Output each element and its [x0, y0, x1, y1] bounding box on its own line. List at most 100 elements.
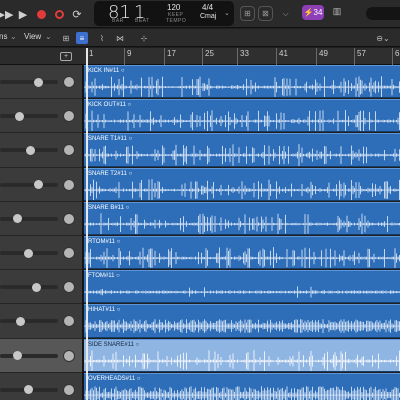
track-header[interactable]: [0, 99, 84, 134]
add-track-icon[interactable]: +: [60, 52, 72, 61]
volume-slider-knob[interactable]: [31, 282, 41, 292]
tuner-icon[interactable]: ⊞: [240, 6, 255, 21]
transport-bar: ▶▶ ▶ ⟳ 81 1 BAR BEAT 120 KEEP TEMPO 4/4 …: [0, 0, 400, 28]
volume-slider-knob[interactable]: [24, 385, 34, 395]
ruler-bar-label: 65: [395, 49, 400, 58]
tracks-area[interactable]: KICK IN#11 ○ KICK OUT#11 ○ SNARE T1#11 ○ SN…: [84, 65, 400, 400]
playhead[interactable]: [86, 48, 88, 400]
volume-slider-knob[interactable]: [14, 111, 24, 121]
track-header[interactable]: [0, 167, 84, 202]
play-icon[interactable]: ▶: [16, 7, 30, 21]
waveform: [84, 286, 400, 298]
waveform: [84, 110, 400, 132]
pan-knob[interactable]: [63, 281, 75, 294]
search-field[interactable]: [366, 7, 400, 20]
audio-region[interactable]: SNARE T1#11 ○: [84, 133, 400, 167]
audio-region[interactable]: SNARE T2#11 ○: [84, 167, 400, 201]
key-signature[interactable]: Cmaj: [200, 13, 216, 20]
track-headers: [0, 65, 84, 400]
lcd-display[interactable]: 81 1 BAR BEAT 120 KEEP TEMPO 4/4 Cmaj ⌄: [94, 1, 234, 26]
volume-slider-knob[interactable]: [12, 214, 22, 224]
volume-slider[interactable]: [0, 353, 58, 358]
volume-slider-knob[interactable]: [12, 351, 22, 361]
beat-label: BEAT: [135, 18, 150, 24]
view-menu[interactable]: View: [24, 32, 41, 41]
pan-knob[interactable]: [63, 383, 75, 396]
automation-icon[interactable]: ⌇: [96, 32, 108, 44]
record-icon[interactable]: [34, 7, 48, 21]
cpu-badge[interactable]: ⚡34: [302, 5, 324, 20]
volume-slider[interactable]: [0, 216, 58, 221]
ruler-tick: [276, 48, 277, 65]
logic-window: ▶▶ ▶ ⟳ 81 1 BAR BEAT 120 KEEP TEMPO 4/4 …: [0, 0, 400, 400]
audio-region[interactable]: RTOM#11 ○: [84, 236, 400, 270]
chevron-down-icon[interactable]: ⌄: [224, 9, 230, 17]
track-header[interactable]: [0, 304, 84, 339]
ruler-bar-label: 9: [127, 49, 132, 58]
volume-slider-knob[interactable]: [33, 77, 43, 87]
volume-slider-knob[interactable]: [26, 145, 36, 155]
grid-icon[interactable]: ⊞: [60, 32, 72, 44]
tempo-label: TEMPO: [166, 18, 187, 24]
audio-region[interactable]: FTOM#11 ○: [84, 270, 400, 304]
volume-slider-knob[interactable]: [33, 180, 43, 190]
pan-knob[interactable]: [63, 76, 75, 89]
time-signature[interactable]: 4/4: [202, 3, 213, 12]
pan-knob[interactable]: [63, 144, 75, 157]
waveform: [84, 385, 400, 400]
audio-region[interactable]: HIHAT#11 ○: [84, 304, 400, 338]
track-header[interactable]: [0, 338, 84, 373]
ruler-bar-label: 1: [89, 49, 94, 58]
pan-knob[interactable]: [63, 212, 75, 225]
flex-icon[interactable]: ⋈: [114, 32, 126, 44]
volume-slider[interactable]: [0, 319, 58, 324]
ruler-tick: [392, 48, 393, 65]
track-header[interactable]: [0, 65, 84, 100]
track-header[interactable]: [0, 201, 84, 236]
region-name: OVERHEADS#11 ○: [88, 375, 141, 382]
tempo-value[interactable]: 120: [167, 3, 180, 12]
region-name: RTOM#11 ○: [88, 239, 121, 245]
ruler-tick: [202, 48, 203, 65]
volume-slider[interactable]: [0, 182, 58, 187]
waveform: [84, 76, 400, 98]
region-name: KICK IN#11 ○: [88, 68, 125, 74]
capture-record-icon[interactable]: [52, 7, 66, 21]
fast-forward-icon[interactable]: ▶▶: [0, 7, 13, 21]
track-header[interactable]: [0, 236, 84, 271]
waveform: [84, 349, 400, 371]
chevron-down-icon[interactable]: ⌄: [45, 32, 52, 41]
track-header[interactable]: [0, 133, 84, 168]
audio-region[interactable]: SNARE B#11 ○: [84, 201, 400, 235]
audio-region[interactable]: SIDE SNARE#11 ○: [84, 338, 400, 372]
cycle-icon[interactable]: ⟳: [70, 7, 84, 21]
zoom-menu-icon[interactable]: ⊖⌄: [374, 32, 392, 44]
functions-menu[interactable]: ns: [0, 32, 7, 41]
pan-knob[interactable]: [63, 178, 75, 191]
chevron-down-icon[interactable]: ⌄: [10, 32, 17, 41]
catch-playhead-icon[interactable]: ⊹: [138, 32, 150, 44]
pan-knob[interactable]: [63, 247, 75, 260]
metronome-icon[interactable]: ⊠: [258, 6, 273, 21]
audio-region[interactable]: OVERHEADS#11 ○: [84, 372, 400, 400]
bar-ruler[interactable]: 1 9 17 25 33 41 49 57 65: [84, 48, 400, 65]
audio-region[interactable]: KICK OUT#11 ○: [84, 99, 400, 133]
list-editor-icon[interactable]: ▥: [330, 6, 344, 20]
volume-slider[interactable]: [0, 114, 58, 119]
volume-slider[interactable]: [0, 80, 58, 85]
region-name: KICK OUT#11 ○: [88, 102, 132, 109]
pan-knob[interactable]: [63, 315, 75, 328]
ruler-tick: [124, 48, 125, 65]
list-view-icon[interactable]: ≡: [76, 32, 88, 44]
waveform: [84, 144, 400, 166]
volume-slider[interactable]: [0, 285, 58, 290]
ruler-tick: [316, 48, 317, 65]
pan-knob[interactable]: [63, 349, 75, 362]
pan-knob[interactable]: [63, 110, 75, 123]
volume-slider-knob[interactable]: [24, 248, 34, 258]
track-header[interactable]: [0, 270, 84, 305]
audio-region[interactable]: KICK IN#11 ○: [84, 65, 400, 99]
track-header[interactable]: [0, 372, 84, 400]
volume-slider-knob[interactable]: [16, 316, 26, 326]
count-in-icon[interactable]: ⌵: [278, 6, 293, 21]
